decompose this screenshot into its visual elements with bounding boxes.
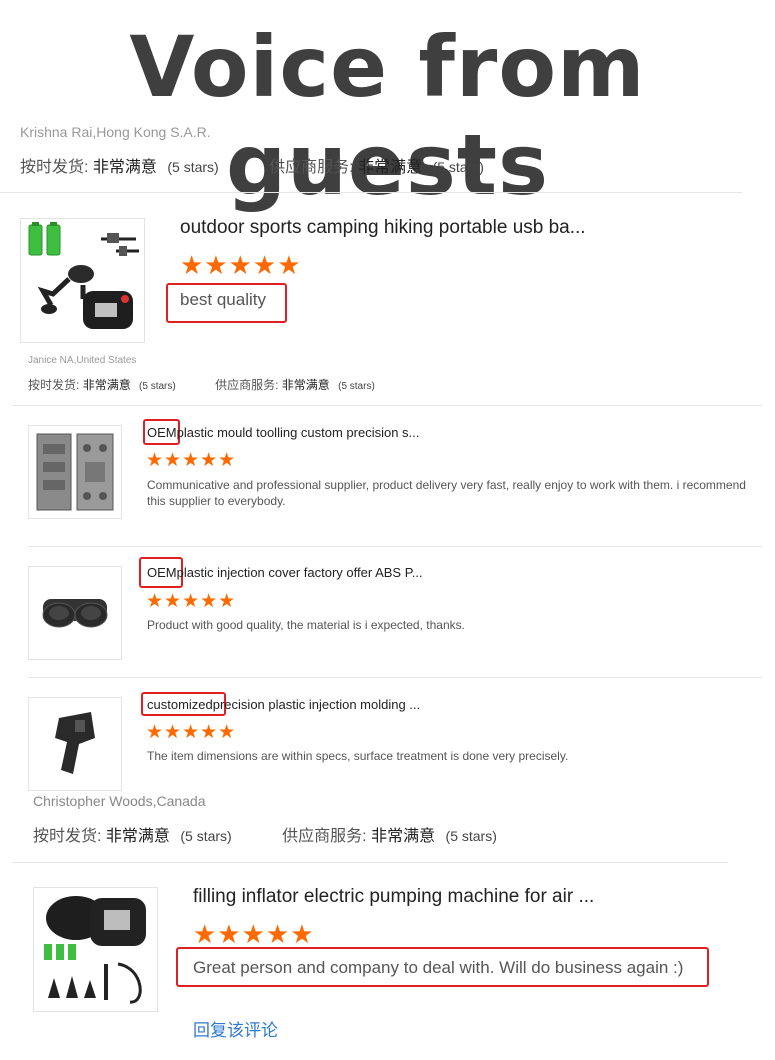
cup-holder-image	[42, 599, 108, 628]
highlight-keyword: OEM	[147, 425, 177, 440]
review-comment: Communicative and professional supplier,…	[147, 478, 746, 508]
reviewer-name: Christopher Woods,Canada	[33, 793, 206, 809]
service-value: 非常满意	[358, 159, 423, 176]
service-stars: (5 stars)	[445, 828, 497, 844]
review-comment: Great person and company to deal with. W…	[193, 958, 684, 977]
plastic-part-image	[55, 712, 95, 774]
product-title-text: plastic injection cover factory offer AB…	[176, 565, 423, 580]
ontime-label: 按时发货:	[28, 378, 80, 392]
ontime-value: 非常满意	[82, 378, 131, 392]
product-thumbnail[interactable]	[33, 887, 158, 1012]
reply-link[interactable]: 回复该评论	[193, 1016, 278, 1041]
product-thumbnail[interactable]	[28, 697, 122, 791]
ontime-value: 非常满意	[105, 828, 170, 845]
divider	[28, 677, 762, 678]
product-title-text: precision plastic injection molding ...	[212, 697, 421, 712]
ontime-stars: (5 stars)	[167, 159, 219, 175]
rating-summary: 按时发货: 非常满意 (5 stars) 供应商服务: 非常满意 (5 star…	[28, 376, 375, 393]
product-thumbnail[interactable]	[28, 566, 122, 660]
divider	[12, 862, 728, 863]
product-title[interactable]: OEMplastic injection cover factory offer…	[147, 565, 423, 580]
product-title[interactable]: OEMplastic mould toolling custom precisi…	[147, 425, 419, 440]
ontime-label: 按时发货:	[20, 159, 89, 176]
mould-image	[36, 433, 114, 511]
ontime-label: 按时发货:	[33, 828, 102, 845]
service-value: 非常满意	[371, 828, 436, 845]
product-title[interactable]: filling inflator electric pumping machin…	[193, 886, 594, 908]
rating-summary: 按时发货: 非常满意 (5 stars) 供应商服务: 非常满意 (5 star…	[33, 822, 497, 846]
review-comment: best quality	[180, 290, 266, 309]
ontime-stars: (5 stars)	[180, 828, 232, 844]
divider	[12, 405, 762, 406]
air-pump-image	[44, 896, 146, 1004]
product-title[interactable]: customizedprecision plastic injection mo…	[147, 697, 420, 712]
air-pump-usb-image	[28, 222, 139, 329]
divider	[0, 192, 742, 193]
star-rating: ★★★★★	[146, 591, 237, 612]
reviewer-name: Janice NA,United States	[28, 355, 137, 366]
ontime-stars: (5 stars)	[139, 381, 176, 392]
service-label: 供应商服务:	[269, 159, 354, 176]
ontime-value: 非常满意	[92, 159, 157, 176]
star-rating: ★★★★★	[146, 450, 237, 471]
review-comment: Product with good quality, the material …	[147, 618, 465, 632]
rating-summary: 按时发货: 非常满意 (5 stars) 供应商服务: 非常满意 (5 star…	[20, 153, 484, 177]
page-title: Voice from guests	[129, 18, 646, 214]
service-label: 供应商服务:	[215, 378, 279, 392]
product-title-text: plastic mould toolling custom precision …	[176, 425, 420, 440]
reviewer-name: Krishna Rai,Hong Kong S.A.R.	[20, 124, 211, 140]
product-thumbnail[interactable]	[28, 425, 122, 519]
divider	[28, 546, 762, 547]
service-stars: (5 stars)	[432, 159, 484, 175]
star-rating: ★★★★★	[146, 722, 237, 743]
service-value: 非常满意	[281, 378, 330, 392]
product-title[interactable]: outdoor sports camping hiking portable u…	[180, 217, 586, 239]
product-thumbnail[interactable]	[20, 218, 145, 343]
highlight-keyword: OEM	[147, 565, 177, 580]
service-stars: (5 stars)	[338, 381, 375, 392]
highlight-keyword: customized	[147, 697, 213, 712]
service-label: 供应商服务:	[282, 828, 367, 845]
star-rating: ★★★★★	[193, 919, 315, 949]
star-rating: ★★★★★	[180, 250, 302, 280]
review-comment: The item dimensions are within specs, su…	[147, 749, 569, 763]
